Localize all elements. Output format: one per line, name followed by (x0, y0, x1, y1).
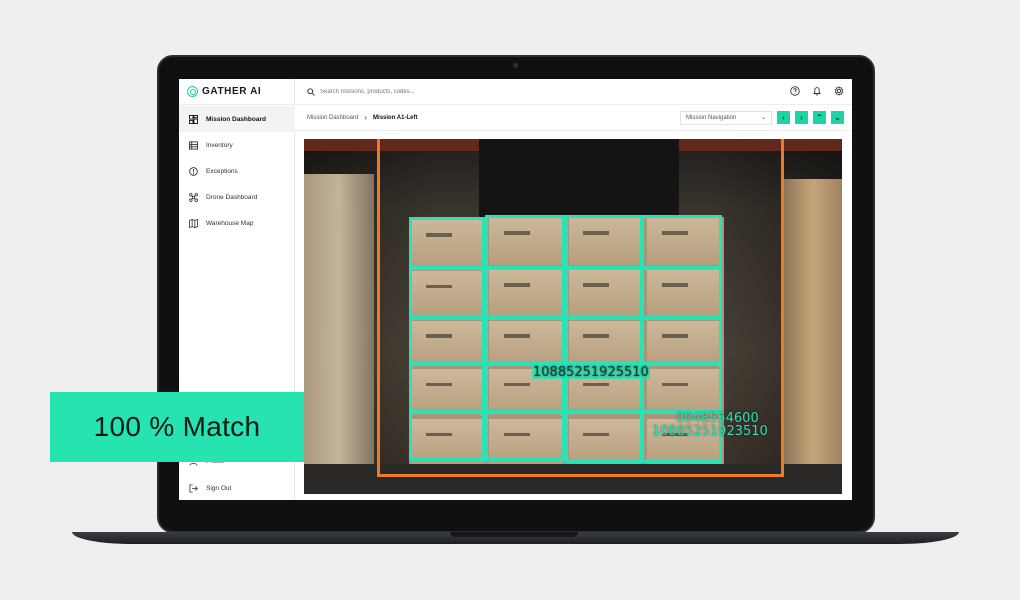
match-badge-text: 100 % Match (93, 411, 261, 442)
detection-box[interactable] (485, 317, 565, 365)
search-input[interactable] (320, 88, 520, 95)
left-pallet (304, 174, 374, 494)
match-badge: 100 % Match (50, 392, 304, 462)
sidebar-item-warehouse-map[interactable]: Warehouse Map (179, 210, 295, 236)
inventory-icon (189, 140, 198, 150)
gear-icon[interactable] (834, 83, 844, 101)
previous-button[interactable]: ‹ (777, 111, 790, 124)
mission-navigation-select[interactable]: Mission Navigation ⌄ (680, 110, 772, 125)
detection-box[interactable] (641, 317, 722, 365)
help-icon[interactable] (790, 83, 800, 101)
sidebar-item-label: Warehouse Map (206, 219, 254, 227)
detection-box[interactable] (641, 363, 722, 413)
laptop-notch (450, 532, 578, 537)
sidebar-item-drone-dashboard[interactable]: Drone Dashboard (179, 184, 295, 210)
brand[interactable]: GATHER AI (179, 79, 295, 105)
down-button[interactable]: ⌄ (831, 111, 844, 124)
detection-box[interactable] (409, 217, 485, 269)
right-pallet (784, 179, 842, 494)
up-button[interactable]: ⌃ (813, 111, 826, 124)
bell-icon[interactable] (812, 83, 822, 101)
sidebar-item-label: Sign Out (206, 484, 232, 492)
breadcrumb-row: Mission Dashboard › Mission A1-Left Miss… (295, 105, 852, 131)
mission-navigation-label: Mission Navigation (686, 114, 737, 121)
detection-box[interactable] (641, 215, 722, 269)
detection-box[interactable] (485, 411, 565, 461)
top-icons (790, 83, 852, 101)
breadcrumb-current: Mission A1-Left (373, 114, 418, 121)
map-icon (189, 218, 198, 228)
detection-box[interactable] (409, 411, 485, 461)
chevron-right-icon: › (364, 113, 368, 122)
search-icon (307, 83, 315, 101)
webcam (513, 63, 518, 68)
next-button[interactable]: › (795, 111, 808, 124)
detection-box[interactable] (485, 215, 565, 269)
breadcrumb: Mission Dashboard › Mission A1-Left (295, 113, 680, 122)
dashboard-icon (189, 114, 198, 124)
sidebar-item-exceptions[interactable]: Exceptions (179, 158, 295, 184)
detection-box[interactable] (409, 267, 485, 319)
search-bar[interactable] (295, 83, 790, 101)
detection-box[interactable] (641, 267, 722, 319)
detection-box[interactable] (565, 215, 643, 269)
brand-name: GATHER AI (202, 86, 262, 97)
barcode-label: 10885251925510 (532, 365, 650, 380)
top-bar (295, 79, 852, 105)
detection-box[interactable] (565, 317, 643, 365)
detection-box[interactable] (565, 267, 643, 319)
sidebar-item-inventory[interactable]: Inventory (179, 132, 295, 158)
detection-box[interactable] (485, 267, 565, 319)
sidebar-item-label: Exceptions (206, 167, 238, 175)
sidebar-item-label: Mission Dashboard (206, 115, 266, 123)
detection-box[interactable] (409, 317, 485, 365)
chevron-down-icon: ⌄ (760, 115, 766, 121)
drone-icon (189, 192, 198, 202)
barcode-label: 10885251923510 (652, 424, 768, 439)
pallet-image-viewer[interactable]: 10885251925510 0048554600 10885251923510 (304, 139, 842, 494)
sidebar-item-sign-out[interactable]: Sign Out (179, 476, 295, 500)
sidebar-item-label: Drone Dashboard (206, 193, 258, 201)
detection-box[interactable] (565, 411, 643, 463)
breadcrumb-parent[interactable]: Mission Dashboard (307, 115, 358, 121)
detection-box[interactable] (409, 363, 485, 413)
sign-out-icon (189, 483, 198, 493)
sidebar-item-mission-dashboard[interactable]: Mission Dashboard (179, 106, 295, 132)
gather-logo-icon (187, 86, 198, 97)
exceptions-icon (189, 166, 198, 176)
sidebar-item-label: Inventory (206, 141, 233, 149)
